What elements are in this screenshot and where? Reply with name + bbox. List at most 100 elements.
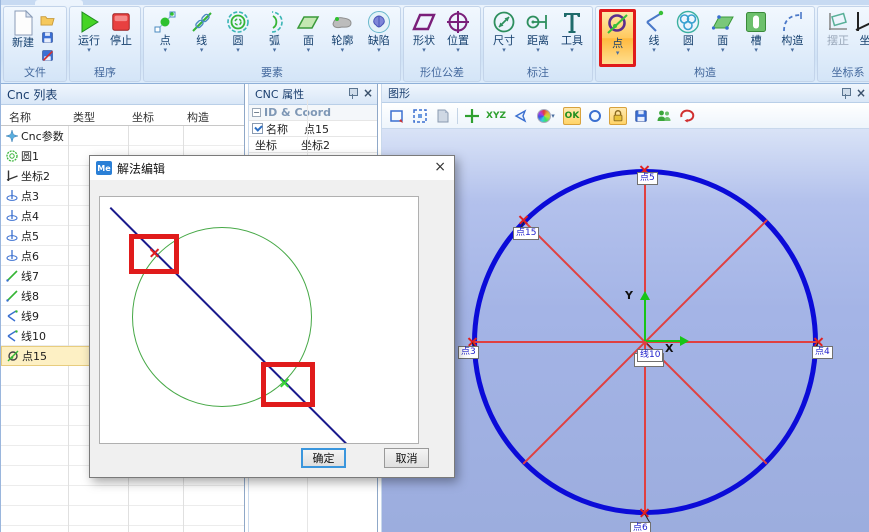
feature-label-point4[interactable]: 点4	[812, 346, 833, 359]
crosshair-icon[interactable]	[463, 107, 481, 125]
dialog-close-icon[interactable]: ×	[434, 160, 446, 174]
element-defect-button[interactable]: 缺陷 ▾	[361, 9, 397, 54]
ribbon-group-program: 运行 ▾ 停止 程序	[69, 6, 141, 82]
feature-label-point5[interactable]: 点5	[637, 172, 658, 185]
select-arrow-icon[interactable]	[511, 107, 529, 125]
construct-corner-icon	[780, 10, 804, 34]
solution-preview-canvas[interactable]	[99, 196, 419, 444]
coordinate-button-clipped[interactable]: 坐	[855, 9, 869, 47]
group-label-coordinate: 坐标系	[818, 64, 869, 80]
chevron-down-icon: ▾	[754, 47, 758, 54]
checkbox-checked[interactable]	[252, 123, 263, 134]
construct-circle-button[interactable]: 圆 ▾	[672, 9, 705, 54]
construct-line-button[interactable]: 线 ▾	[638, 9, 669, 54]
distance-button[interactable]: 距离 ▾	[521, 9, 555, 54]
align-button[interactable]: 摆正	[821, 9, 855, 47]
chevron-down-icon: ▾	[721, 47, 725, 54]
new-file-button[interactable]: 新建	[7, 9, 39, 49]
tools-button[interactable]: 工具 ▾	[555, 9, 589, 54]
construct-line-icon	[642, 10, 666, 34]
ribbon-group-tolerance: 形状 ▾ 位置 ▾ 形位公差	[403, 6, 481, 82]
open-folder-icon[interactable]	[39, 11, 55, 27]
x-axis-label: X	[665, 342, 673, 355]
dialog-titlebar[interactable]: Me 解法编辑 ×	[90, 156, 454, 180]
line-measure-icon	[190, 10, 214, 34]
construct-slot-button[interactable]: 槽 ▾	[740, 9, 771, 54]
column-name[interactable]: 名称	[9, 109, 31, 125]
feature-label-point15[interactable]: 点15	[513, 227, 539, 240]
chevron-down-icon: ▾	[422, 47, 426, 54]
shape-tolerance-icon	[412, 10, 436, 34]
group-label-elements: 要素	[144, 64, 400, 80]
construct-face-button[interactable]: 面 ▾	[707, 9, 738, 54]
feature-label-line10[interactable]: 线10	[637, 349, 663, 362]
graphics-toolbar: XYZ ▾ OK	[382, 103, 869, 129]
construct-generic-button[interactable]: 构造 ▾	[774, 9, 811, 54]
column-type[interactable]: 类型	[73, 109, 95, 125]
pin-icon[interactable]	[841, 88, 850, 99]
users-icon[interactable]	[655, 107, 673, 125]
cnc-list-header: Cnc 列表	[1, 84, 244, 105]
group-label-program: 程序	[70, 64, 140, 80]
ribbon-group-coordinate: 摆正 坐 坐标系	[817, 6, 869, 82]
xyz-axes-icon[interactable]: XYZ	[486, 107, 506, 125]
lock-toggle-button[interactable]	[609, 107, 627, 125]
rotate-view-icon[interactable]	[678, 107, 696, 125]
run-button[interactable]: 运行 ▾	[73, 9, 105, 54]
chevron-down-icon: ▾	[456, 47, 460, 54]
property-row-name[interactable]: 名称 点15	[249, 121, 377, 137]
element-face-button[interactable]: 面 ▾	[293, 9, 325, 54]
tolerance-position-button[interactable]: 位置 ▾	[441, 9, 475, 54]
graphics-canvas[interactable]: Y X 点5 点15 点3 点4 线10 点6	[382, 129, 869, 532]
element-line-button[interactable]: 线 ▾	[183, 9, 219, 54]
tolerance-shape-button[interactable]: 形状 ▾	[407, 9, 441, 54]
save-icon[interactable]	[39, 29, 55, 45]
property-row-coord[interactable]: 坐标 坐标2	[249, 137, 377, 153]
color-wheel-icon[interactable]: ▾	[534, 107, 558, 125]
element-point-button[interactable]: 点 ▾	[147, 9, 183, 54]
fit-view-icon[interactable]	[388, 107, 406, 125]
feature-label-point3[interactable]: 点3	[458, 346, 479, 359]
run-icon	[77, 10, 101, 34]
properties-header: CNC 属性 ×	[249, 84, 377, 105]
stop-button[interactable]: 停止	[105, 9, 137, 47]
element-circle-button[interactable]: 圆 ▾	[220, 9, 256, 54]
point-measure-icon	[153, 10, 177, 34]
close-icon[interactable]: ×	[363, 87, 373, 99]
save-as-icon[interactable]	[39, 47, 55, 63]
feature-label-point6[interactable]: 点6	[630, 522, 651, 532]
app-me-icon: Me	[96, 161, 112, 175]
list-item-cnc-params[interactable]: Cnc参数	[1, 126, 244, 146]
column-construct[interactable]: 构造	[187, 109, 209, 125]
property-section-id-coord[interactable]: − ID & Coord	[249, 105, 377, 121]
collapse-icon[interactable]: −	[252, 108, 261, 117]
solution-point-marker-red	[150, 248, 159, 257]
construct-point-button-highlighted[interactable]: 点 ▾	[599, 9, 636, 67]
element-profile-button[interactable]: 轮廓 ▾	[324, 9, 360, 54]
ok-toggle-button[interactable]: OK	[563, 107, 581, 125]
y-axis-label: Y	[625, 289, 633, 302]
cancel-button[interactable]: 取消	[384, 448, 429, 468]
group-label-construct: 构造	[596, 64, 814, 80]
flip-view-icon[interactable]	[434, 107, 452, 125]
zoom-extents-icon[interactable]	[411, 107, 429, 125]
circle-display-icon[interactable]	[586, 107, 604, 125]
property-value-coord[interactable]: 坐标2	[301, 137, 330, 153]
pin-icon[interactable]	[348, 88, 357, 99]
ok-button[interactable]: 确定	[301, 448, 346, 468]
ribbon: 新建 文件	[1, 0, 869, 84]
column-coord[interactable]: 坐标	[132, 109, 154, 125]
solution-point-marker-green	[280, 378, 289, 387]
graphics-title: 图形	[388, 85, 410, 101]
save-view-icon[interactable]	[632, 107, 650, 125]
line-feature-icon	[5, 270, 18, 283]
close-icon[interactable]: ×	[856, 87, 866, 99]
circle-feature-icon	[5, 150, 18, 163]
cmm-application-window: 新建 文件	[0, 0, 869, 532]
element-arc-button[interactable]: 弧 ▾	[256, 9, 292, 54]
dimension-button[interactable]: 尺寸 ▾	[487, 9, 521, 54]
ribbon-group-annotation: 尺寸 ▾ 距离 ▾ 工具 ▾	[483, 6, 593, 82]
construct-slot-icon	[744, 10, 768, 34]
chevron-down-icon: ▾	[273, 47, 277, 54]
new-file-icon	[10, 10, 36, 36]
